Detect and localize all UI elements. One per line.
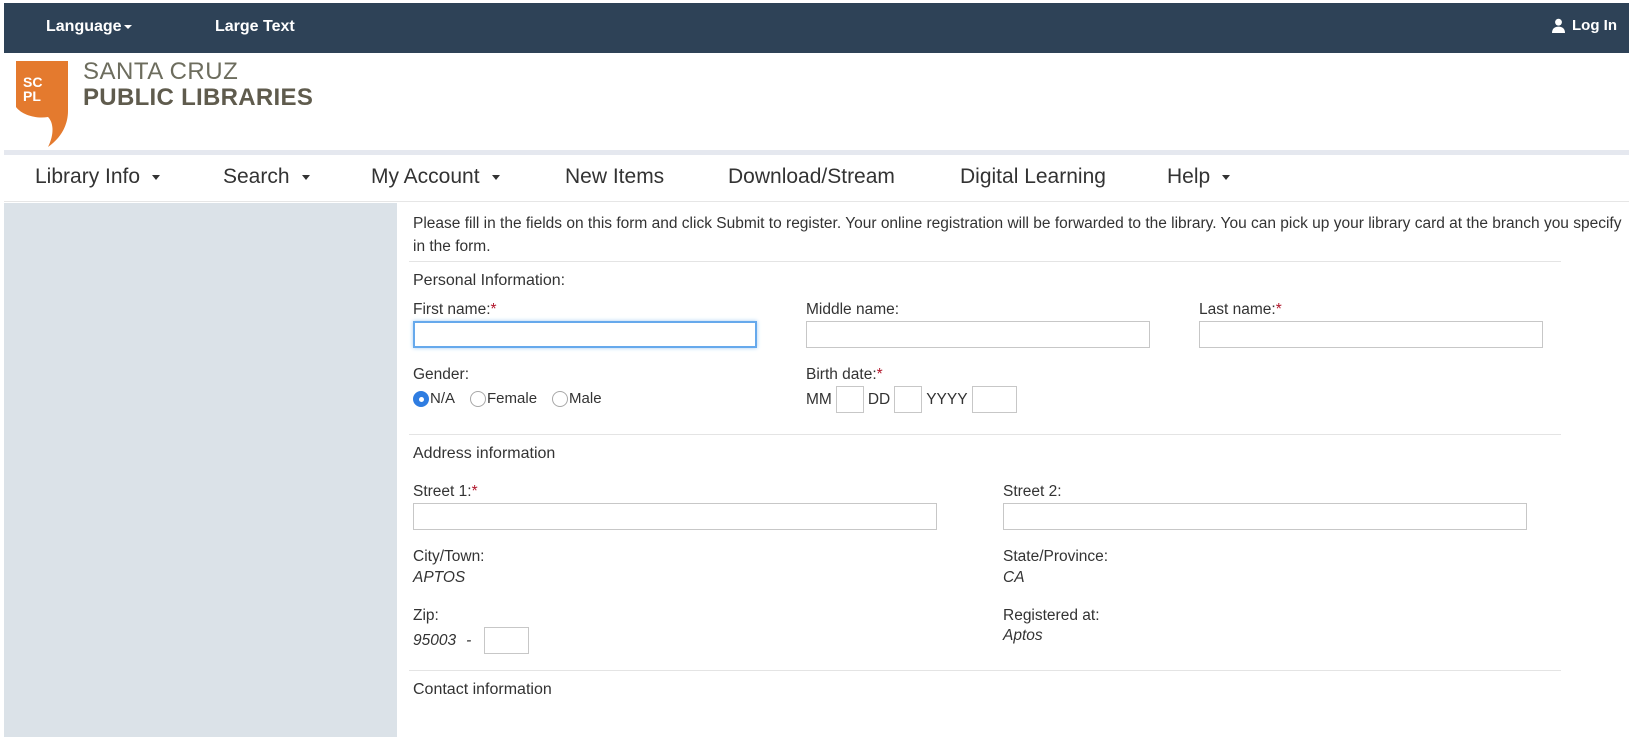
last-name-input[interactable] — [1199, 321, 1543, 348]
zip-label: Zip: — [413, 607, 439, 624]
logo-mark-pl: PL — [23, 88, 41, 104]
required-marker: * — [1275, 301, 1282, 318]
nav-new-items-label: New Items — [565, 165, 665, 188]
birth-year-label: YYYY — [926, 390, 968, 408]
left-sidebar — [4, 203, 397, 737]
gender-male-label: Male — [569, 390, 602, 407]
birth-date-label: Birth date:* — [806, 366, 883, 384]
registration-form: Please fill in the fields on this form a… — [397, 203, 1629, 737]
zip-extension-input[interactable] — [484, 627, 530, 654]
gender-female-label: Female — [487, 390, 538, 407]
street2-input[interactable] — [1003, 503, 1527, 530]
gender-label: Gender: — [413, 366, 470, 383]
street1-label-text: Street 1: — [413, 483, 472, 500]
nav-digital-learning-label: Digital Learning — [960, 165, 1106, 188]
zip-separator: - — [466, 631, 472, 649]
logo-flag-icon: SC PL — [16, 61, 68, 147]
middle-name-input[interactable] — [806, 321, 1150, 348]
street1-input[interactable] — [413, 503, 937, 530]
language-label: Language — [46, 18, 122, 35]
first-name-input[interactable] — [413, 321, 757, 348]
caret-down-icon — [301, 174, 310, 180]
birth-year-input[interactable] — [971, 386, 1017, 413]
nav-my-account[interactable]: My Account — [371, 165, 500, 189]
gender-radio-group: N/A Female Male — [413, 390, 617, 407]
caret-down-icon — [123, 24, 132, 29]
caret-down-icon — [1222, 174, 1231, 180]
login-link[interactable]: Log In — [1551, 17, 1617, 34]
city-label: City/Town: — [413, 548, 485, 565]
middle-name-label: Middle name: — [806, 301, 900, 318]
address-info-title: Address information — [413, 445, 556, 462]
nav-search[interactable]: Search — [223, 165, 310, 189]
gender-option-na[interactable]: N/A — [413, 390, 455, 407]
nav-search-label: Search — [223, 165, 290, 188]
form-intro-text: Please fill in the fields on this form a… — [413, 215, 1622, 255]
section-divider — [409, 434, 1561, 435]
birth-day-input[interactable] — [894, 386, 923, 413]
last-name-label: Last name:* — [1199, 301, 1282, 319]
nav-download-stream-label: Download/Stream — [728, 165, 895, 188]
caret-down-icon — [491, 174, 500, 180]
nav-new-items[interactable]: New Items — [565, 165, 664, 189]
required-marker: * — [490, 301, 497, 318]
section-divider — [409, 261, 1561, 262]
caret-down-icon — [152, 174, 161, 180]
gender-female-radio[interactable] — [470, 390, 487, 407]
state-label: State/Province: — [1003, 548, 1109, 565]
registered-at-label: Registered at: — [1003, 607, 1100, 624]
street1-label: Street 1:* — [413, 483, 478, 501]
contact-info-title: Contact information — [413, 681, 552, 698]
utility-bar: Language Large Text Log In — [4, 3, 1629, 53]
nav-help-label: Help — [1167, 165, 1211, 188]
personal-info-title: Personal Information: — [413, 272, 566, 289]
site-header: SC PL SANTA CRUZ PUBLIC LIBRARIES — [4, 53, 1629, 152]
gender-option-female[interactable]: Female — [470, 390, 537, 407]
state-value: CA — [1003, 569, 1025, 586]
birth-day-label: DD — [867, 390, 891, 408]
nav-help[interactable]: Help — [1167, 165, 1231, 189]
city-value: APTOS — [413, 569, 466, 586]
registered-at-value: Aptos — [1003, 627, 1043, 644]
first-name-label: First name:* — [413, 301, 497, 319]
language-menu[interactable]: Language — [46, 18, 132, 36]
zip-value: 95003 — [413, 631, 457, 649]
logo-title-line2: PUBLIC LIBRARIES — [83, 84, 314, 111]
last-name-label-text: Last name: — [1199, 301, 1276, 318]
gender-option-male[interactable]: Male — [552, 390, 602, 407]
gender-male-radio[interactable] — [552, 390, 569, 407]
gender-na-radio[interactable] — [413, 390, 429, 407]
required-marker: * — [876, 366, 883, 383]
main-nav: Library Info Search My Account New Items… — [4, 155, 1629, 202]
scpl-logo-mark[interactable]: SC PL — [14, 59, 70, 149]
nav-my-account-label: My Account — [371, 165, 480, 188]
street2-label: Street 2: — [1003, 483, 1062, 500]
login-label: Log In — [1572, 17, 1617, 34]
nav-digital-learning[interactable]: Digital Learning — [960, 165, 1106, 189]
zip-fields: 95003 - — [413, 627, 530, 654]
birth-date-fields: MM DD YYYY — [806, 386, 1021, 413]
logo-title-line1: SANTA CRUZ — [83, 58, 239, 85]
birth-date-label-text: Birth date: — [806, 366, 877, 383]
required-marker: * — [471, 483, 478, 500]
first-name-label-text: First name: — [413, 301, 491, 318]
nav-library-info[interactable]: Library Info — [35, 165, 161, 189]
user-icon — [1552, 18, 1565, 33]
gender-na-label: N/A — [430, 390, 456, 407]
nav-library-info-label: Library Info — [35, 165, 141, 188]
birth-month-input[interactable] — [835, 386, 864, 413]
section-divider — [409, 670, 1561, 671]
large-text-toggle[interactable]: Large Text — [215, 18, 295, 36]
nav-download-stream[interactable]: Download/Stream — [728, 165, 895, 189]
birth-month-label: MM — [806, 390, 832, 408]
